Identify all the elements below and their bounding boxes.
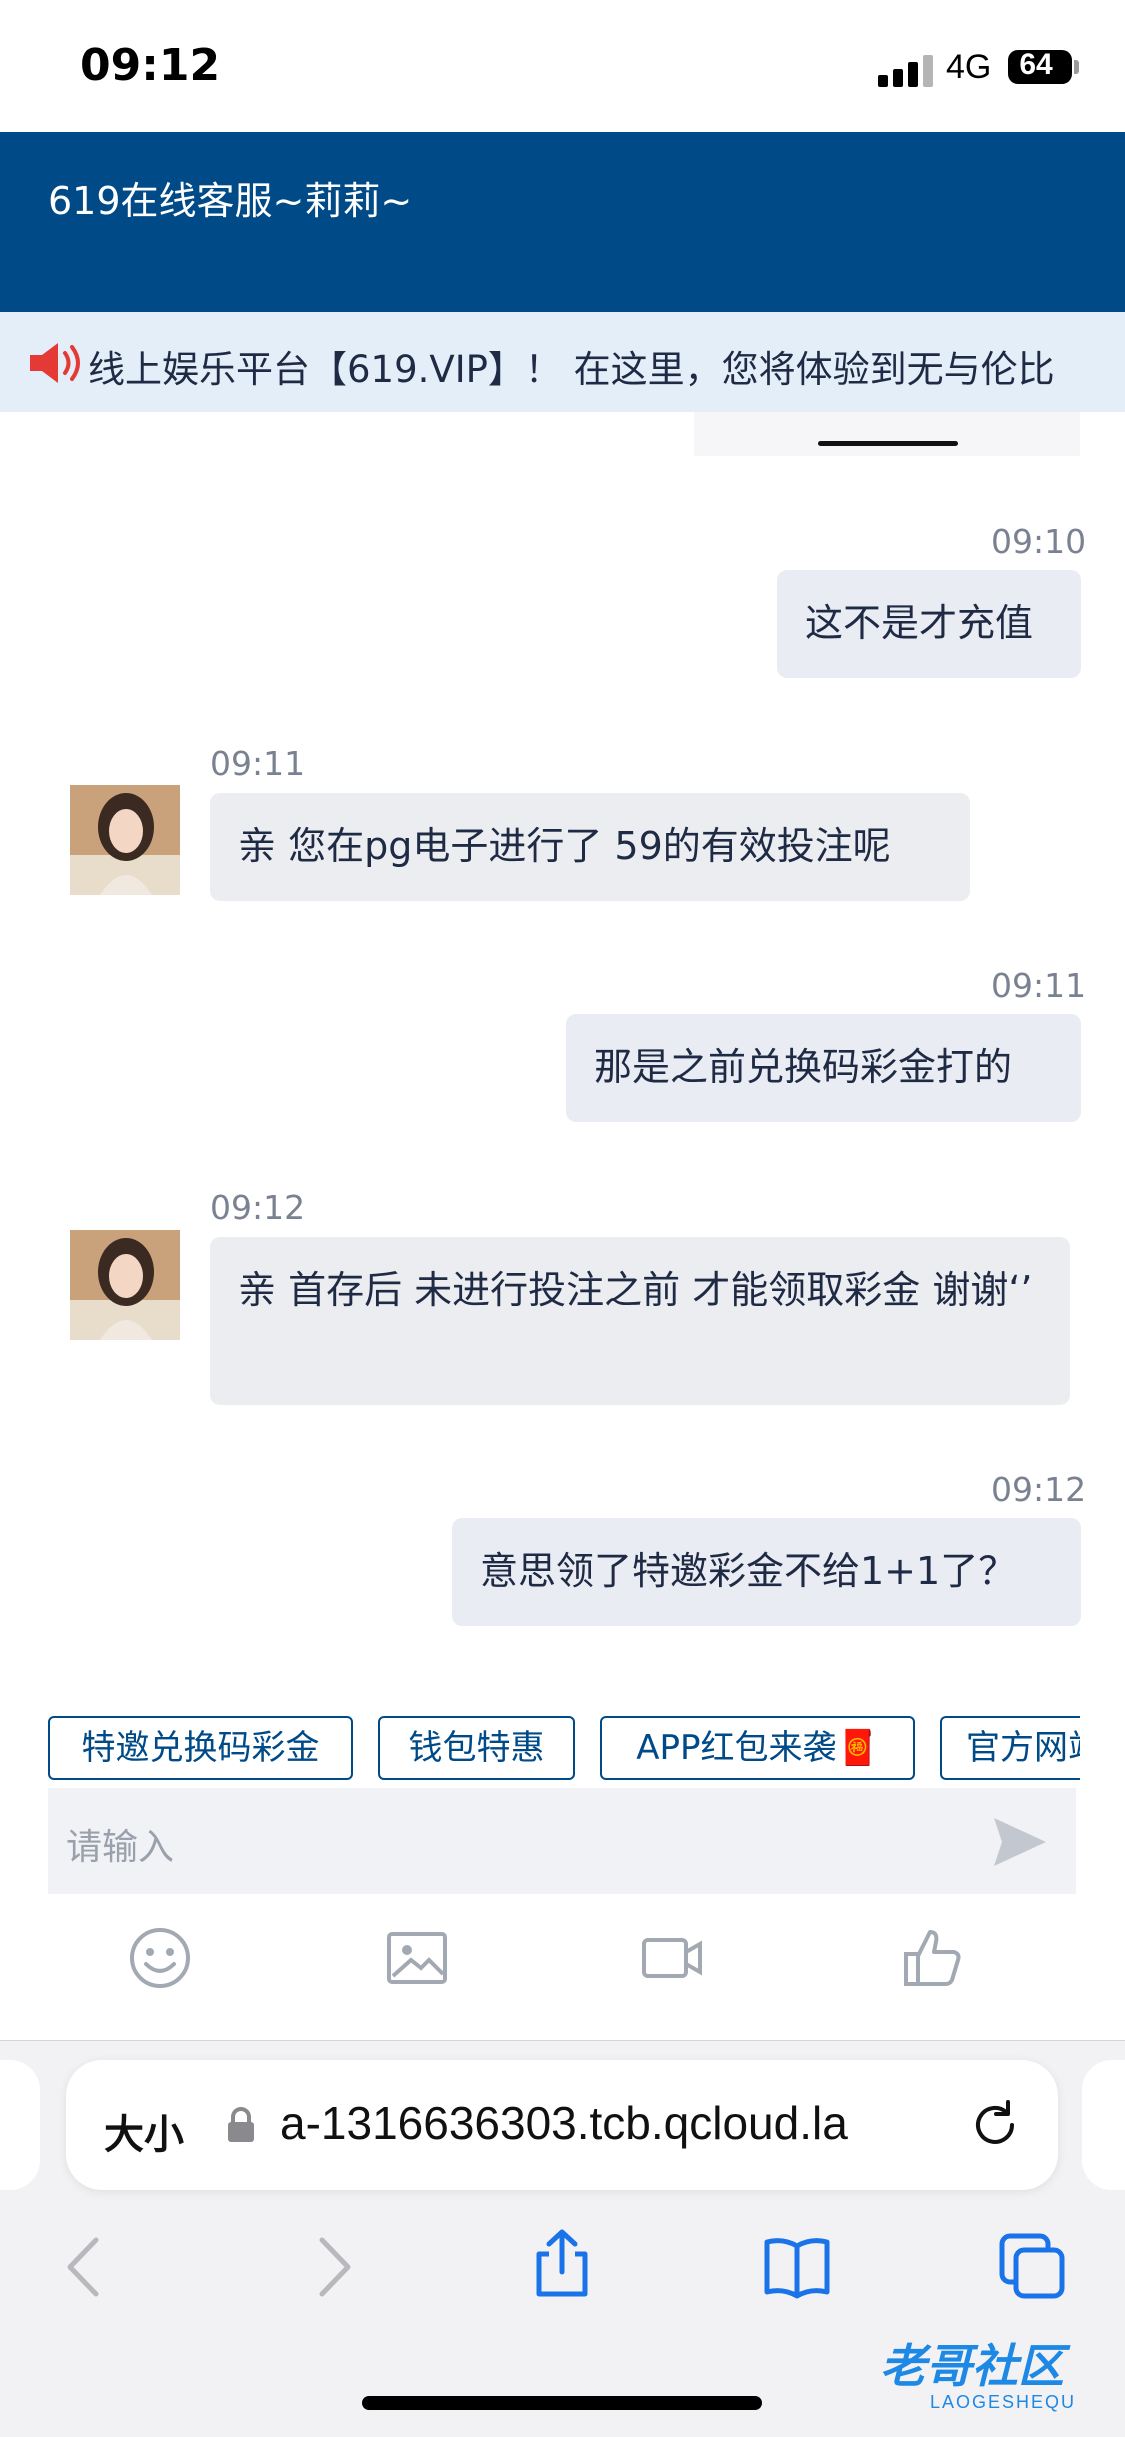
reload-icon[interactable] xyxy=(968,2098,1022,2152)
quick-reply-wallet-offer[interactable]: 钱包特惠 xyxy=(378,1716,575,1780)
marquee-text: 线上娱乐平台【619.VIP】！ 在这里，您将体验到无与伦比 xyxy=(88,348,1055,391)
quick-reply-redeem-bonus[interactable]: 特邀兑换码彩金 xyxy=(48,1716,353,1780)
agent-message-bubble[interactable]: 亲 首存后 未进行投注之前 才能领取彩金 谢谢‘’ xyxy=(210,1237,1070,1405)
image-icon[interactable] xyxy=(385,1926,449,1990)
user-message-bubble[interactable]: 这不是才充值 xyxy=(777,570,1081,678)
forward-icon[interactable] xyxy=(296,2232,366,2302)
speaker-icon xyxy=(30,343,80,383)
user-message-bubble[interactable]: 那是之前兑换码彩金打的 xyxy=(566,1014,1081,1122)
thumbs-up-icon[interactable] xyxy=(900,1926,964,1990)
previous-tab-card[interactable] xyxy=(0,2060,40,2190)
page-title: 619在线客服~莉莉~ xyxy=(48,179,413,223)
agent-message-bubble[interactable]: 亲 您在pg电子进行了 59的有效投注呢 xyxy=(210,793,970,901)
message-timestamp: 09:11 xyxy=(991,966,1087,1005)
message-timestamp: 09:12 xyxy=(210,1188,306,1227)
message-timestamp: 09:12 xyxy=(991,1470,1087,1509)
previous-message-underline xyxy=(818,441,958,446)
address-bar[interactable]: 大小 a-1316636303.tcb.qcloud.la xyxy=(66,2060,1058,2190)
chat-header: 619在线客服~莉莉~ xyxy=(0,132,1125,312)
url-text[interactable]: a-1316636303.tcb.qcloud.la xyxy=(280,2096,848,2150)
watermark-subtext: LAOGESHEQU xyxy=(930,2392,1077,2412)
status-bar: 09:12 4G 64 xyxy=(0,0,1125,132)
quick-reply-app-red-packet[interactable]: APP红包来袭🧧 xyxy=(600,1716,915,1780)
agent-avatar xyxy=(70,785,180,895)
message-timestamp: 09:10 xyxy=(991,522,1087,561)
share-icon[interactable] xyxy=(527,2228,597,2298)
lock-icon xyxy=(228,2107,254,2142)
network-type: 4G xyxy=(946,48,992,86)
battery-tip xyxy=(1074,60,1079,74)
back-icon[interactable] xyxy=(52,2232,122,2302)
notice-marquee: 线上娱乐平台【619.VIP】！ 在这里，您将体验到无与伦比 xyxy=(0,312,1125,412)
message-timestamp: 09:11 xyxy=(210,744,306,783)
agent-avatar xyxy=(70,1230,180,1340)
emoji-icon[interactable] xyxy=(128,1926,192,1990)
quick-reply-official-site[interactable]: 官方网站 xyxy=(940,1716,1080,1780)
cellular-signal-icon xyxy=(878,55,934,87)
previous-message-bubble xyxy=(694,412,1080,456)
video-icon[interactable] xyxy=(640,1926,704,1990)
battery-level: 64 xyxy=(1019,48,1053,81)
send-icon[interactable] xyxy=(990,1812,1050,1872)
message-input-bar[interactable]: 请输入 xyxy=(48,1788,1076,1894)
bookmarks-icon[interactable] xyxy=(762,2232,832,2302)
status-time: 09:12 xyxy=(80,40,221,91)
message-input[interactable]: 请输入 xyxy=(66,1818,174,1870)
home-indicator[interactable] xyxy=(362,2396,762,2410)
next-tab-card[interactable] xyxy=(1082,2060,1125,2190)
tabs-icon[interactable] xyxy=(998,2232,1068,2302)
watermark-logo: 老哥社区 xyxy=(880,2339,1064,2393)
user-message-bubble[interactable]: 意思领了特邀彩金不给1+1了？ xyxy=(452,1518,1081,1626)
text-size-button[interactable]: 大小 xyxy=(104,2102,184,2160)
